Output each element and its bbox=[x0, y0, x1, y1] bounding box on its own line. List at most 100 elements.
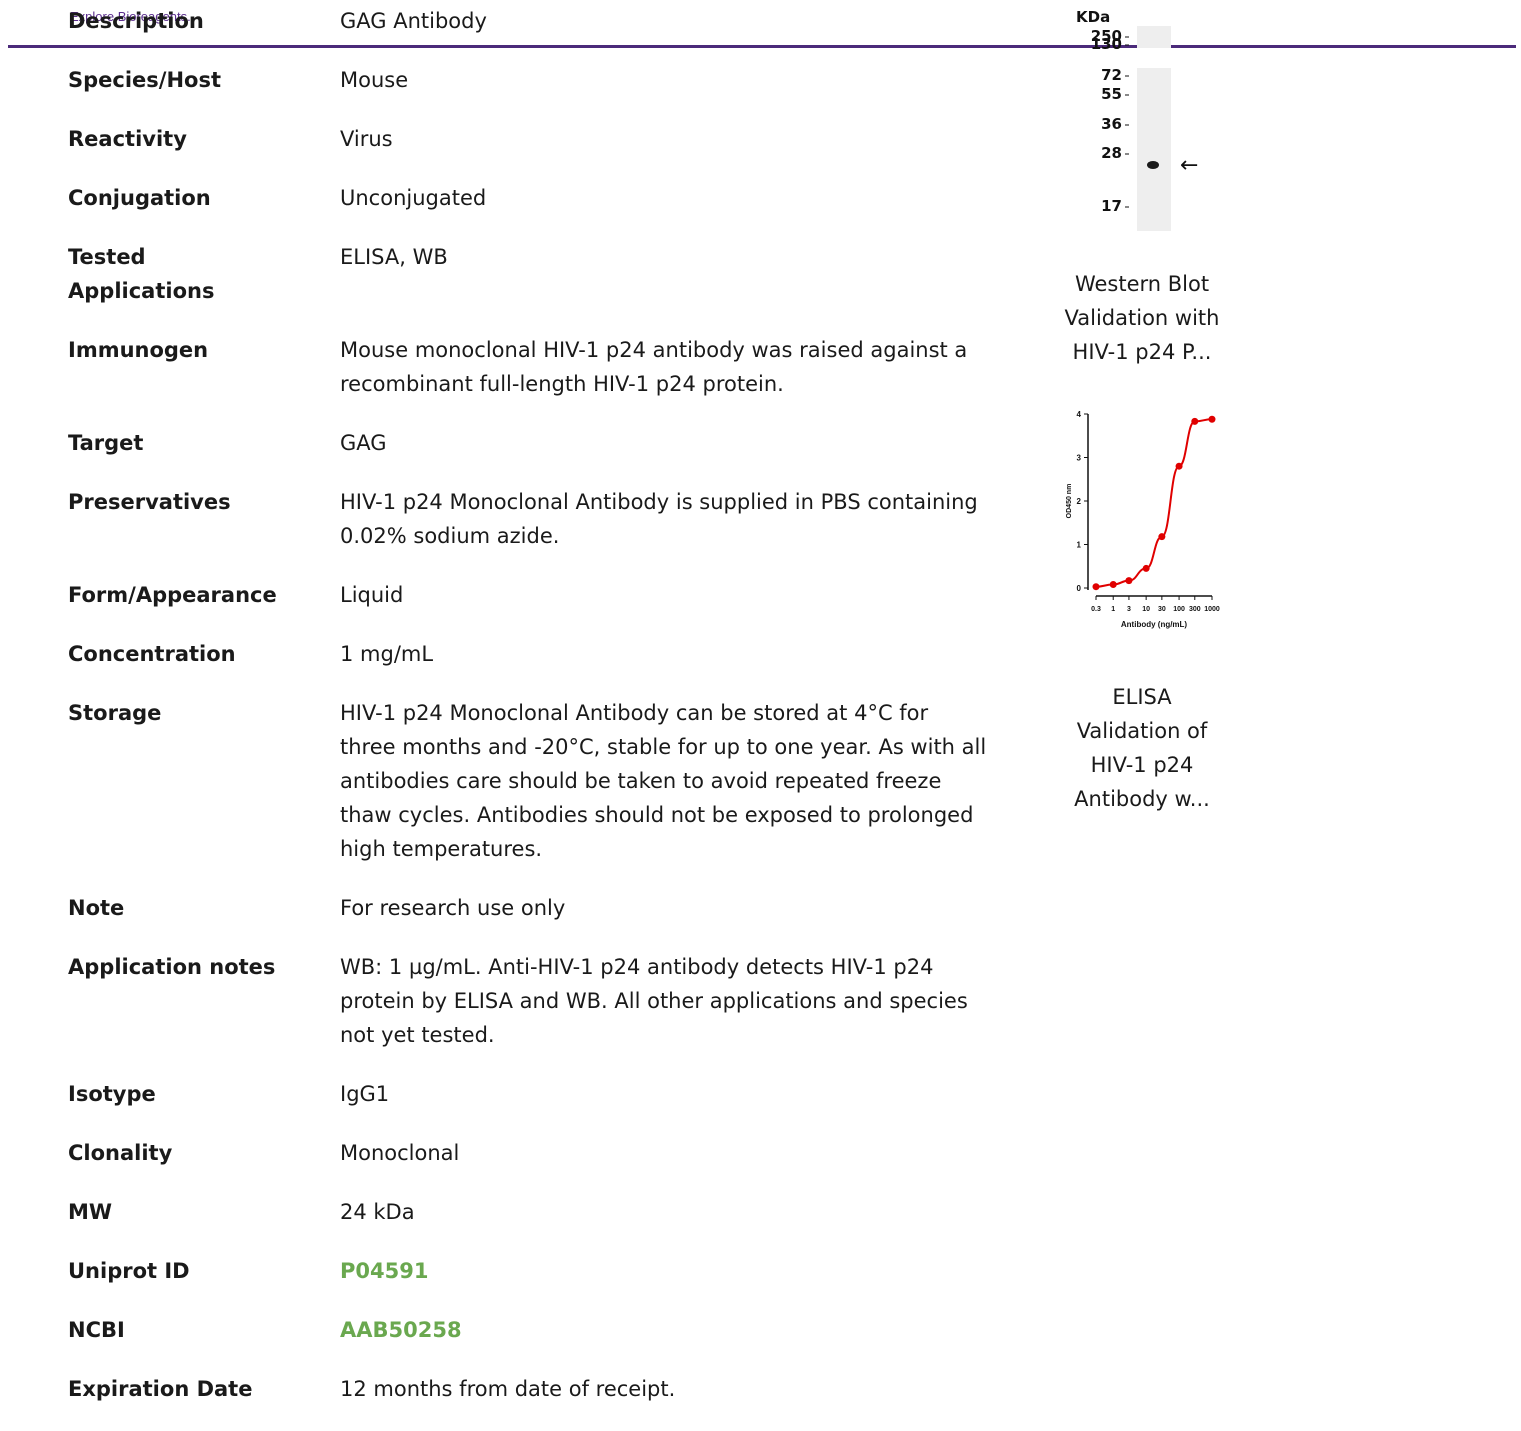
data-point bbox=[1158, 533, 1166, 541]
product-spec-table: Description GAG Antibody Species/Host Mo… bbox=[68, 0, 998, 1431]
kda-label: KDa bbox=[1076, 8, 1110, 26]
data-point bbox=[1092, 583, 1100, 591]
spec-value: Virus bbox=[340, 127, 393, 151]
data-point bbox=[1142, 564, 1150, 572]
spec-row-isotype: Isotype IgG1 bbox=[68, 1077, 998, 1111]
marker-label: 72 bbox=[1101, 66, 1122, 84]
spec-label: Target bbox=[68, 431, 144, 455]
x-tick-label: 0.3 bbox=[1091, 606, 1101, 613]
y-tick-label: 4 bbox=[1077, 410, 1082, 419]
x-tick-label: 3 bbox=[1127, 606, 1131, 613]
spec-value: Liquid bbox=[340, 583, 404, 607]
spec-value: Monoclonal bbox=[340, 1141, 460, 1165]
blot-lane-top bbox=[1137, 26, 1171, 48]
spec-value: GAG bbox=[340, 431, 387, 455]
y-tick-label: 0 bbox=[1077, 584, 1082, 593]
spec-row-mw: MW 24 kDa bbox=[68, 1195, 998, 1229]
spec-label: Species/Host bbox=[68, 68, 221, 92]
spec-label: Expiration Date bbox=[68, 1377, 253, 1401]
spec-row-species-host: Species/Host Mouse bbox=[68, 63, 998, 97]
spec-value: Mouse monoclonal HIV-1 p24 antibody was … bbox=[340, 338, 968, 396]
x-tick-label: 100 bbox=[1173, 606, 1185, 613]
data-point bbox=[1191, 417, 1199, 425]
spec-value: HIV-1 p24 Monoclonal Antibody can be sto… bbox=[340, 701, 987, 861]
spec-row-preservatives: Preservatives HIV-1 p24 Monoclonal Antib… bbox=[68, 485, 998, 553]
spec-value: WB: 1 µg/mL. Anti-HIV-1 p24 antibody det… bbox=[340, 955, 968, 1047]
elisa-thumbnail[interactable]: 0 1 2 3 4 0.3 1 3 10 30 100 300 1000 Antibody (ng/mL)… bbox=[1062, 406, 1222, 651]
spec-label: Form/Appearance bbox=[68, 583, 277, 607]
uniprot-link[interactable]: P04591 bbox=[340, 1254, 990, 1288]
spec-label: Preservatives bbox=[68, 490, 231, 514]
marker-ladder: 2501307255362817 bbox=[1091, 27, 1129, 215]
spec-value: GAG Antibody bbox=[340, 9, 487, 33]
spec-row-application-notes: Application notes WB: 1 µg/mL. Anti-HIV-… bbox=[68, 950, 998, 1052]
x-tick-label: 300 bbox=[1189, 606, 1201, 613]
arrow-icon: ← bbox=[1180, 153, 1198, 178]
marker-label: 17 bbox=[1101, 197, 1122, 215]
elisa-caption[interactable]: ELISA Validation of HIV-1 p24 Antibody w… bbox=[1062, 680, 1222, 816]
marker-label: 130 bbox=[1091, 35, 1122, 53]
marker-label: 55 bbox=[1101, 85, 1122, 103]
spec-value: Mouse bbox=[340, 68, 409, 92]
data-point bbox=[1208, 415, 1216, 423]
spec-label: MW bbox=[68, 1200, 113, 1224]
spec-label: Isotype bbox=[68, 1082, 156, 1106]
data-point bbox=[1125, 577, 1133, 585]
y-tick-label: 1 bbox=[1077, 541, 1082, 550]
western-blot-caption[interactable]: Western Blot Validation with HIV-1 p24 P… bbox=[1062, 267, 1222, 369]
spec-label: Concentration bbox=[68, 642, 236, 666]
spec-value: Unconjugated bbox=[340, 186, 487, 210]
spec-label: Clonality bbox=[68, 1141, 173, 1165]
spec-label: Conjugation bbox=[68, 186, 211, 210]
western-blot-image: KDa 2501307255362817 ← bbox=[1076, 8, 1198, 231]
spec-label: NCBI bbox=[68, 1318, 125, 1342]
x-tick-label: 1000 bbox=[1204, 606, 1220, 613]
western-blot-thumbnail[interactable]: KDa 250 130 72 55 36 28 17 ← bbox=[1062, 0, 1222, 236]
spec-row-description: Description GAG Antibody bbox=[68, 4, 998, 38]
spec-label: Application notes bbox=[68, 955, 276, 979]
spec-value: HIV-1 p24 Monoclonal Antibody is supplie… bbox=[340, 490, 978, 548]
y-axis-label: OD450 nm bbox=[1066, 484, 1073, 519]
ncbi-link[interactable]: AAB50258 bbox=[340, 1313, 990, 1347]
spec-row-concentration: Concentration 1 mg/mL bbox=[68, 637, 998, 671]
data-point bbox=[1109, 581, 1117, 589]
spec-label: Note bbox=[68, 896, 125, 920]
spec-row-ncbi: NCBI AAB50258 bbox=[68, 1313, 998, 1347]
x-tick-label: 10 bbox=[1142, 606, 1150, 613]
series-line bbox=[1095, 418, 1213, 588]
marker-label: 36 bbox=[1101, 115, 1122, 133]
spec-value: 12 months from date of receipt. bbox=[340, 1377, 676, 1401]
x-tick-label: 30 bbox=[1158, 606, 1166, 613]
spec-label: Description bbox=[68, 9, 204, 33]
data-point bbox=[1175, 462, 1183, 470]
elisa-chart: 0 1 2 3 4 0.3 1 3 10 30 100 300 1000 Antibody (ng/mL)… bbox=[1066, 410, 1220, 629]
spec-label: Reactivity bbox=[68, 127, 187, 151]
spec-row-immunogen: Immunogen Mouse monoclonal HIV-1 p24 ant… bbox=[68, 333, 998, 401]
spec-row-tested-applications: Tested Applications ELISA, WB bbox=[68, 240, 998, 308]
spec-value: 24 kDa bbox=[340, 1200, 415, 1224]
spec-row-conjugation: Conjugation Unconjugated bbox=[68, 181, 998, 215]
x-tick-label: 1 bbox=[1111, 606, 1115, 613]
blot-lane bbox=[1137, 68, 1171, 231]
spec-row-note: Note For research use only bbox=[68, 891, 998, 925]
spec-row-uniprot-id: Uniprot ID P04591 bbox=[68, 1254, 998, 1288]
spec-row-storage: Storage HIV-1 p24 Monoclonal Antibody ca… bbox=[68, 696, 998, 866]
spec-label: Immunogen bbox=[68, 338, 209, 362]
spec-row-reactivity: Reactivity Virus bbox=[68, 122, 998, 156]
spec-label: Tested Applications bbox=[68, 245, 215, 303]
spec-row-clonality: Clonality Monoclonal bbox=[68, 1136, 998, 1170]
spec-value: For research use only bbox=[340, 896, 566, 920]
y-tick-label: 2 bbox=[1077, 497, 1082, 506]
spec-row-expiration-date: Expiration Date 12 months from date of r… bbox=[68, 1372, 998, 1406]
x-axis-label: Antibody (ng/mL) bbox=[1121, 620, 1188, 629]
spec-value: IgG1 bbox=[340, 1082, 390, 1106]
spec-value: 1 mg/mL bbox=[340, 642, 434, 666]
spec-label: Uniprot ID bbox=[68, 1259, 190, 1283]
y-tick-label: 3 bbox=[1077, 454, 1082, 463]
spec-value: ELISA, WB bbox=[340, 245, 448, 269]
spec-row-target: Target GAG bbox=[68, 426, 998, 460]
spec-row-form-appearance: Form/Appearance Liquid bbox=[68, 578, 998, 612]
spec-label: Storage bbox=[68, 701, 162, 725]
blot-band bbox=[1147, 161, 1159, 169]
image-gallery: KDa 250 130 72 55 36 28 17 ← Western Blot Vali… bbox=[1062, 0, 1222, 816]
